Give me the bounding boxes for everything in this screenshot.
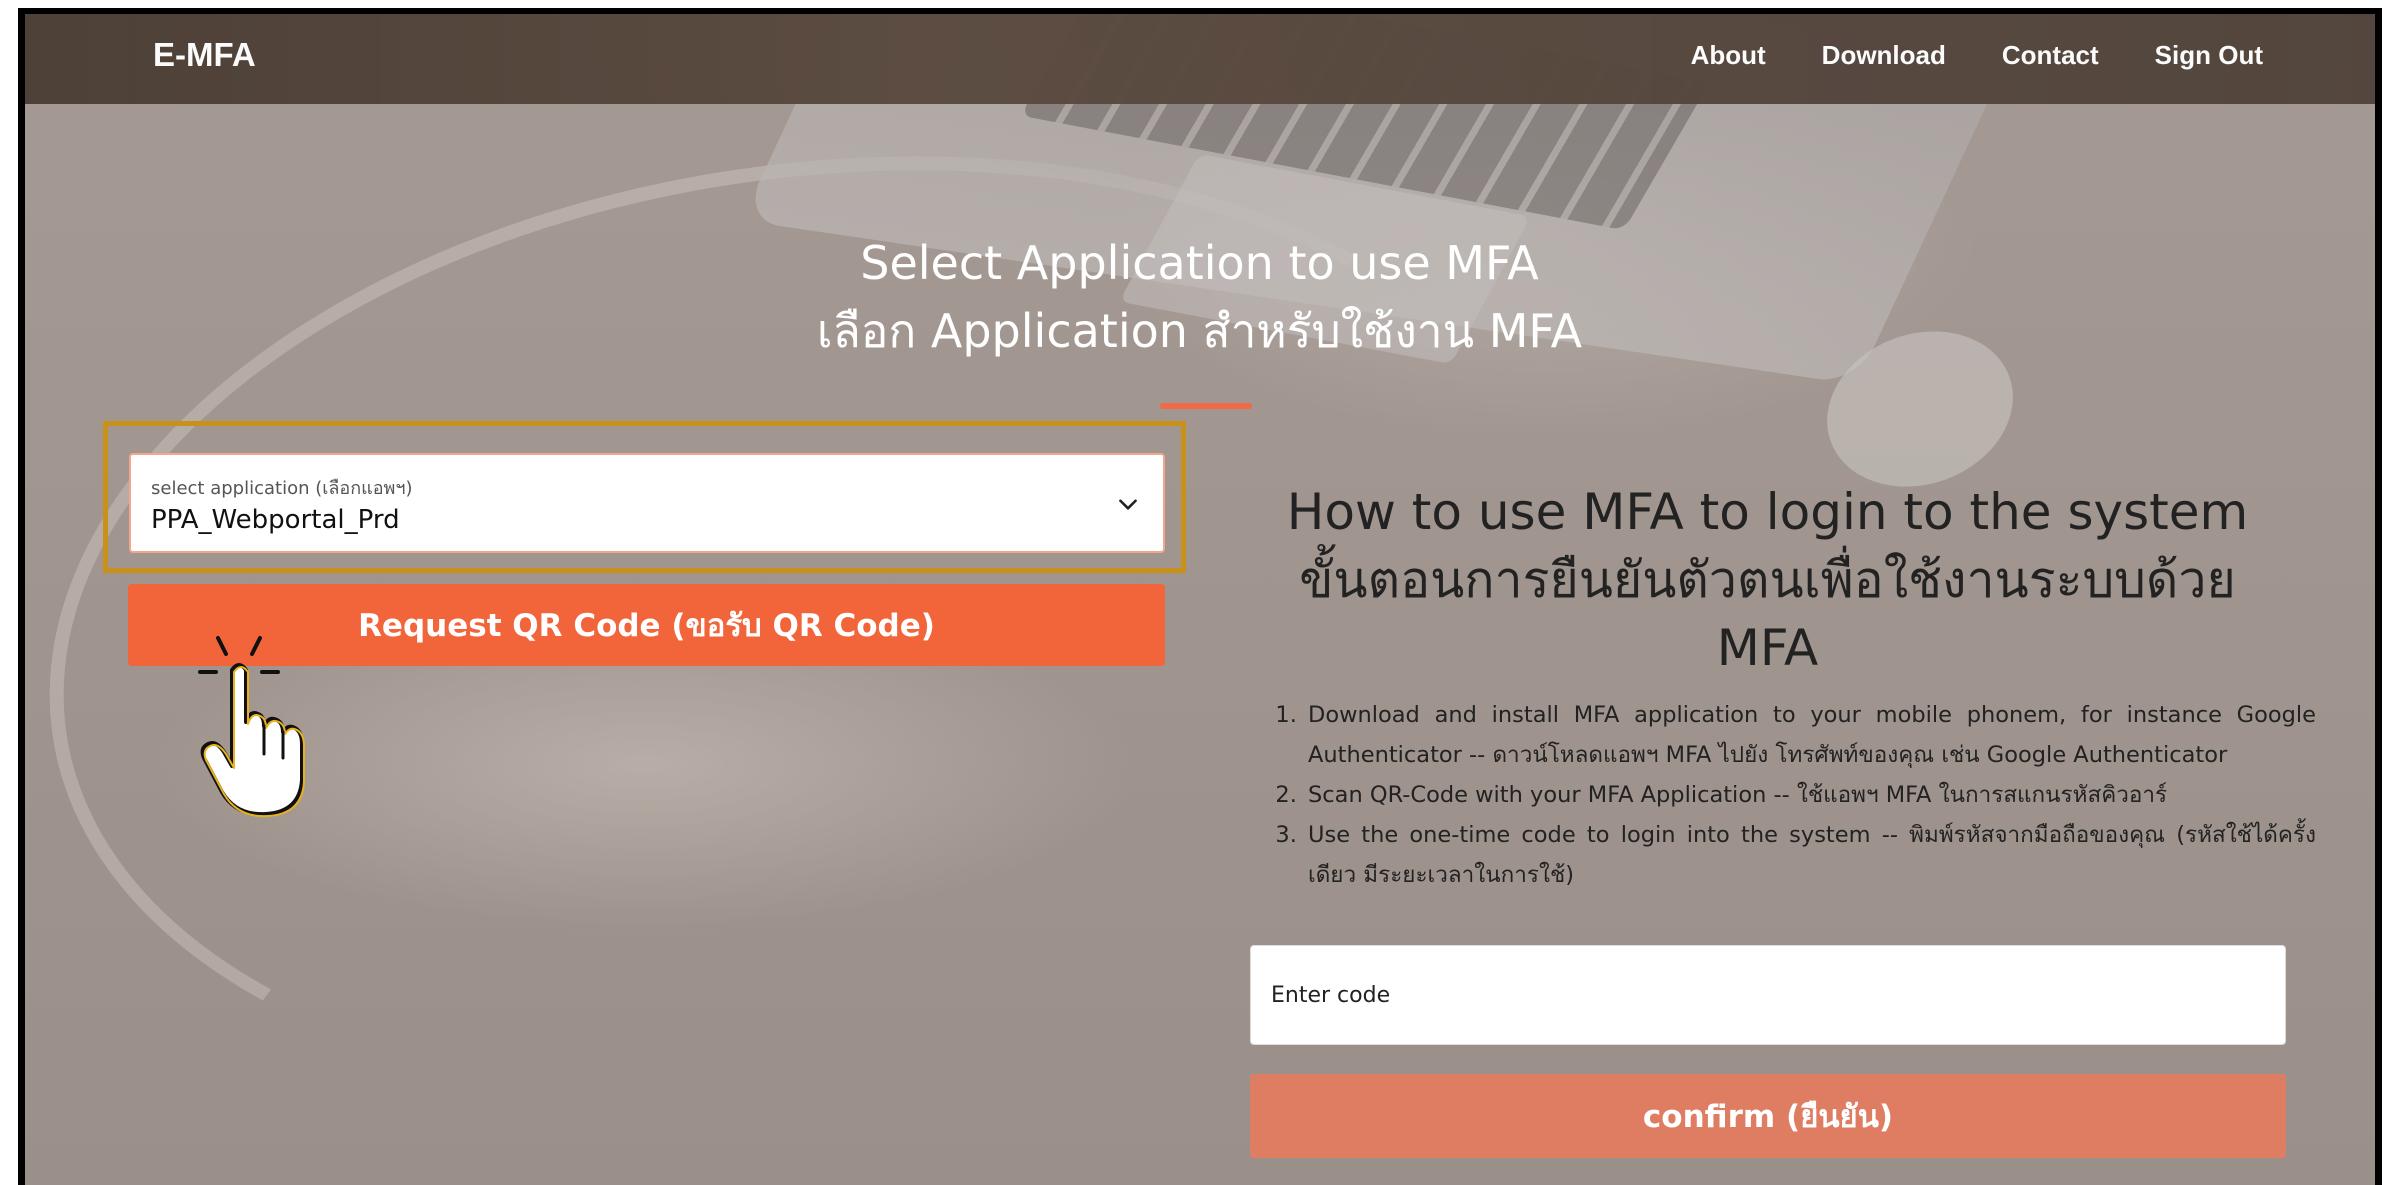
- howto-title-line-mfa: MFA: [1716, 619, 1819, 677]
- howto-steps-list: Download and install MFA application to …: [1274, 695, 2316, 895]
- select-value: PPA_Webportal_Prd: [151, 505, 400, 535]
- confirm-button[interactable]: confirm (ยืนยัน): [1250, 1074, 2286, 1158]
- page-title: Select Application to use MFA เลือก Appl…: [0, 229, 2399, 365]
- nav-item-contact[interactable]: Contact: [2002, 40, 2099, 71]
- howto-step-2: Scan QR-Code with your MFA Application -…: [1304, 775, 2316, 815]
- chevron-down-icon[interactable]: [1115, 491, 1141, 517]
- nav-menu: About Download Contact Sign Out: [1691, 40, 2263, 71]
- nav-item-sign-out[interactable]: Sign Out: [2155, 40, 2263, 71]
- nav-item-download[interactable]: Download: [1822, 40, 1946, 71]
- nav-item-about[interactable]: About: [1691, 40, 1766, 71]
- top-navbar: E-MFA About Download Contact Sign Out: [25, 14, 2375, 104]
- title-accent-divider: [1160, 403, 1252, 409]
- howto-step-3: Use the one-time code to login into the …: [1304, 815, 2316, 895]
- application-select[interactable]: select application (เลือกแอพฯ) PPA_Webpo…: [129, 453, 1165, 553]
- howto-title: How to use MFA to login to the system ขั…: [1250, 478, 2285, 682]
- page-title-th: เลือก Application สำหรับใช้งาน MFA: [816, 304, 1583, 358]
- enter-code-input[interactable]: [1250, 945, 2286, 1045]
- hand-pointer-icon: [198, 636, 305, 818]
- brand-logo[interactable]: E-MFA: [153, 36, 256, 74]
- select-caption: select application (เลือกแอพฯ): [151, 478, 413, 499]
- howto-title-line-en: How to use MFA to login to the system: [1286, 483, 2249, 541]
- page-title-en: Select Application to use MFA: [860, 236, 1539, 290]
- howto-title-line-th: ขั้นตอนการยืนยันตัวตนเพื่อใช้งานระบบด้วย: [1299, 551, 2236, 609]
- howto-step-1: Download and install MFA application to …: [1304, 695, 2316, 775]
